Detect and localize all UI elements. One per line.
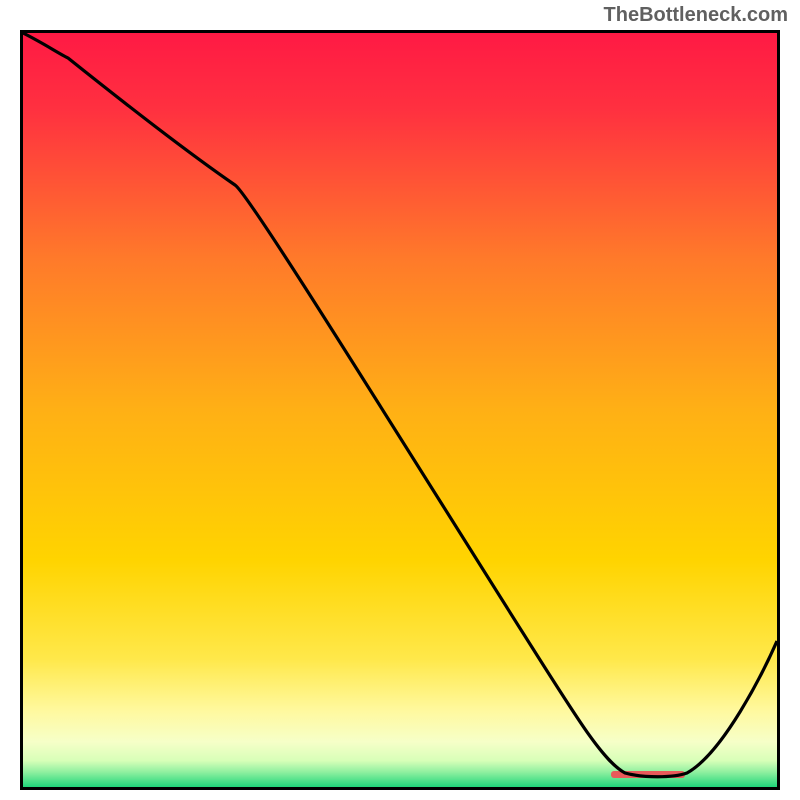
watermark-text: TheBottleneck.com [604, 4, 788, 27]
plot-area [20, 30, 780, 790]
bottleneck-curve [23, 33, 777, 777]
chart-curve [23, 33, 777, 787]
